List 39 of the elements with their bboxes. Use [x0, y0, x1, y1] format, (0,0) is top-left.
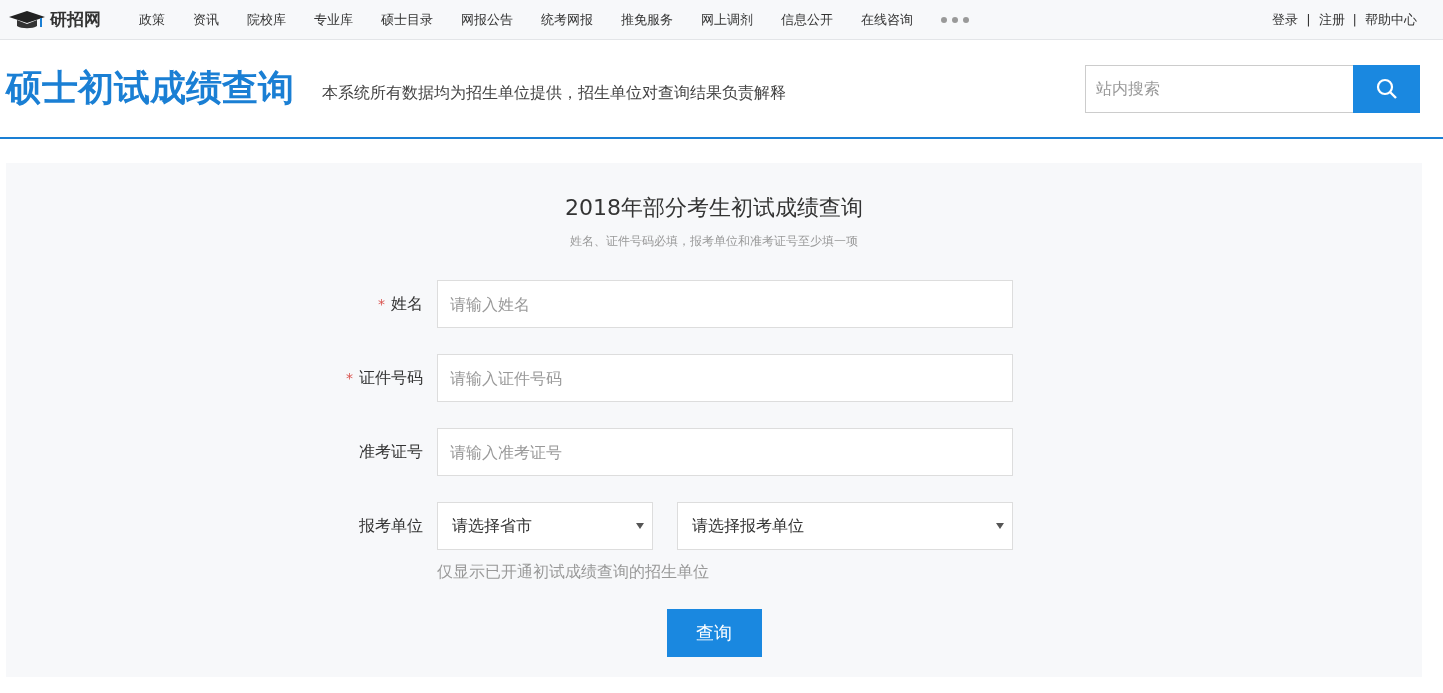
nav-link[interactable]: 政策 — [139, 10, 165, 29]
dropdown-select[interactable]: 请选择报考单位 — [677, 502, 1013, 550]
nav-link[interactable]: 在线咨询 — [861, 10, 913, 29]
field-label: 准考证号 — [358, 441, 423, 463]
nav-link[interactable]: 统考网报 — [541, 10, 593, 29]
caret-icon — [636, 523, 644, 529]
field-label: * 姓名 — [377, 293, 423, 315]
field-label: * 证件号码 — [345, 367, 423, 389]
search-button[interactable] — [1353, 64, 1420, 113]
nav-link[interactable]: 院校库 — [247, 10, 286, 29]
account-link[interactable]: 注册 — [1318, 10, 1345, 29]
separator: | — [1352, 12, 1357, 27]
account-link[interactable]: 帮助中心 — [1365, 10, 1417, 29]
search-field[interactable]: 站内搜索 — [1085, 64, 1353, 113]
input-field[interactable]: 请输入准考证号 — [437, 428, 1013, 476]
nav-link[interactable]: 资讯 — [193, 10, 219, 29]
query-button[interactable]: 查询 — [666, 609, 762, 657]
separator: | — [1306, 12, 1311, 27]
nav-link[interactable]: 网上调剂 — [701, 10, 753, 29]
nav-link[interactable]: 硕士目录 — [381, 10, 433, 29]
dropdown-select[interactable]: 请选择省市 — [437, 502, 653, 550]
graduation-cap-icon — [8, 8, 46, 31]
form-title: 2018年部分考生初试成绩查询 — [565, 194, 863, 222]
input-field[interactable]: 请输入证件号码 — [437, 354, 1013, 402]
field-label: 报考单位 — [358, 515, 423, 537]
search-icon — [1375, 77, 1398, 100]
caret-icon — [996, 523, 1004, 529]
nav-link[interactable]: 专业库 — [314, 10, 353, 29]
nav-link[interactable]: 网报公告 — [461, 10, 513, 29]
input-field[interactable]: 请输入姓名 — [437, 280, 1013, 328]
page-title: 硕士初试成绩查询 — [6, 66, 294, 110]
nav-link[interactable]: 信息公开 — [781, 10, 833, 29]
more-icon[interactable] — [941, 16, 969, 23]
form-note: 姓名、证件号码必填，报考单位和准考证号至少填一项 — [570, 233, 858, 250]
field-hint: 仅显示已开通初试成绩查询的招生单位 — [437, 562, 710, 583]
page-subtitle: 本系统所有数据均为招生单位提供，招生单位对查询结果负责解释 — [322, 83, 786, 104]
account-link[interactable]: 登录 — [1272, 10, 1299, 29]
site-logo[interactable]: 研招网 — [50, 8, 101, 31]
nav-link[interactable]: 推免服务 — [621, 10, 673, 29]
